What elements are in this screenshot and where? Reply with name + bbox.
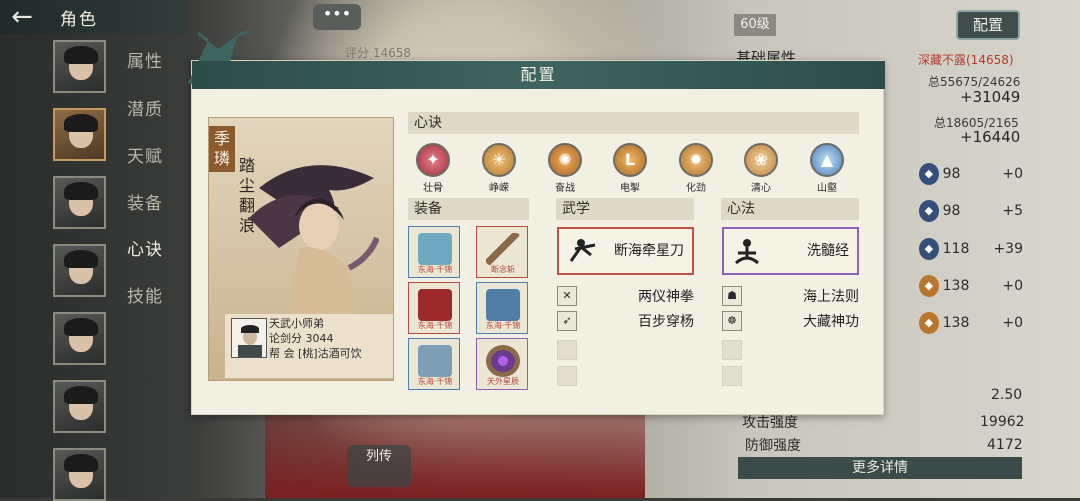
chat-button[interactable]: ••• — [313, 4, 361, 30]
character-avatar[interactable] — [53, 448, 106, 501]
xinfa-empty-slot[interactable] — [722, 365, 744, 387]
robe-icon — [418, 289, 452, 321]
xinjue-slot[interactable]: ✹ 化劲 — [669, 143, 723, 194]
stat-row: ◆ 118 +39 — [893, 235, 1023, 263]
wuxue-item[interactable]: ➶ 百步穿杨 — [557, 310, 694, 332]
player-title: 天武小师弟 — [269, 317, 324, 330]
fist-skill-icon: ✕ — [557, 286, 577, 306]
stat-row: ◆ 138 +0 — [893, 272, 1023, 300]
equip-slot[interactable]: 东海·千锦 — [408, 282, 460, 334]
nav-talent[interactable]: 天赋 — [127, 142, 163, 167]
xinjue-header: 心诀 — [408, 112, 859, 134]
stat-value: 2.50 — [991, 387, 1023, 403]
character-card[interactable]: 季璘 踏尘翻浪 天武小师弟 论剑分 3044 帮 会 [桃]沽酒可饮 — [208, 117, 394, 381]
attack-label: 攻击强度 — [742, 415, 798, 431]
player-guild: 帮 会 [桃]沽酒可饮 — [269, 347, 362, 360]
xinjue-icon: ✹ — [679, 143, 713, 177]
xinjue-slot[interactable]: ▲ 山壑 — [800, 143, 854, 194]
armor-icon — [418, 233, 452, 265]
modal-title: 配置 — [192, 61, 885, 89]
liezhuan-button[interactable]: 列传 — [347, 445, 411, 487]
equip-slot[interactable]: 东海·千锦 — [476, 282, 528, 334]
xinjue-icon: L — [613, 143, 647, 177]
xinfa-empty-slot[interactable] — [722, 339, 744, 361]
defense-value: 4172 — [987, 437, 1023, 453]
xinjue-icon: ✦ — [416, 143, 450, 177]
meditation-skill-icon — [734, 239, 760, 265]
character-avatar[interactable] — [53, 244, 106, 297]
character-avatar[interactable] — [53, 380, 106, 433]
xinjue-slot[interactable]: ❀ 清心 — [734, 143, 788, 194]
blade-skill-icon — [569, 239, 596, 262]
config-button[interactable]: 配置 — [956, 10, 1020, 40]
sea-skill-icon: ☗ — [722, 286, 742, 306]
nav-attributes[interactable]: 属性 — [127, 47, 163, 72]
nav-xinjue[interactable]: 心诀 — [127, 235, 163, 260]
top-bar: ← 角色 — [0, 0, 185, 34]
xinjue-icon: ✺ — [548, 143, 582, 177]
belt-icon — [486, 289, 520, 321]
character-avatar-selected[interactable] — [53, 108, 106, 161]
ring-icon — [486, 345, 520, 377]
stat-icon: ◆ — [919, 275, 939, 297]
back-arrow-icon[interactable]: ← — [0, 2, 44, 32]
xinjue-icon: ☀ — [482, 143, 516, 177]
xinjue-slot[interactable]: L 电掣 — [603, 143, 657, 194]
stat-row: ◆ 98 +0 — [893, 160, 1023, 188]
sidebar: 属性 潜质 天赋 装备 心诀 技能 — [0, 34, 185, 501]
equip-slot[interactable]: 东海·千锦 — [408, 338, 460, 390]
player-score: 论剑分 3044 — [269, 332, 334, 345]
config-modal: 配置 季璘 踏尘翻浪 天武小师弟 论剑分 3044 帮 会 [桃]沽酒可饮 心诀… — [188, 31, 885, 415]
stat-row: ◆ 138 +0 — [893, 309, 1023, 337]
wuxue-header: 武学 — [556, 198, 694, 220]
character-motto: 踏尘翻浪 — [238, 156, 255, 235]
xinfa-item[interactable]: ☗ 海上法则 — [722, 285, 859, 307]
equip-slot[interactable]: 天外星辰 — [476, 338, 528, 390]
equip-header: 装备 — [408, 198, 529, 220]
archer-skill-icon: ➶ — [557, 311, 577, 331]
wuxue-main-slot[interactable]: 断海牵星刀 — [557, 227, 694, 275]
xinjue-slot[interactable]: ✦ 壮骨 — [406, 143, 460, 194]
more-details-button[interactable]: 更多详情 — [738, 457, 1022, 479]
xinjue-slot[interactable]: ✺ 奋战 — [538, 143, 592, 194]
buddha-skill-icon: ☸ — [722, 311, 742, 331]
level-badge: 60级 — [734, 14, 776, 36]
wuxue-item[interactable]: ✕ 两仪神拳 — [557, 285, 694, 307]
stat-icon: ◆ — [919, 200, 939, 222]
equip-slot[interactable]: 断念斩 — [476, 226, 528, 278]
nav-potential[interactable]: 潜质 — [127, 95, 163, 120]
xinfa-main-slot[interactable]: 洗髓经 — [722, 227, 859, 275]
xinjue-slot[interactable]: ☀ 峥嵘 — [472, 143, 526, 194]
nav-skills[interactable]: 技能 — [127, 282, 163, 307]
nav-equipment[interactable]: 装备 — [127, 189, 163, 214]
boots-icon — [418, 345, 452, 377]
character-avatar[interactable] — [53, 312, 106, 365]
stat-icon: ◆ — [919, 163, 939, 185]
wuxue-empty-slot[interactable] — [557, 365, 579, 387]
attack-value: 19962 — [980, 414, 1025, 430]
rating-label: 深藏不露(14658) — [918, 53, 1014, 67]
character-avatar[interactable] — [53, 40, 106, 93]
xinjue-icon: ▲ — [810, 143, 844, 177]
total-2-delta: +16440 — [960, 128, 1021, 146]
defense-label: 防御强度 — [745, 438, 801, 454]
xinjue-icon: ❀ — [744, 143, 778, 177]
wuxue-empty-slot[interactable] — [557, 339, 579, 361]
score-label: 评分 14658 — [345, 46, 411, 60]
sword-icon — [486, 233, 520, 265]
character-avatar[interactable] — [53, 176, 106, 229]
equip-slot[interactable]: 东海·千锦 — [408, 226, 460, 278]
xinfa-header: 心法 — [721, 198, 859, 220]
xinfa-item[interactable]: ☸ 大藏神功 — [722, 310, 859, 332]
total-1-delta: +31049 — [960, 88, 1021, 106]
stat-row: ◆ 98 +5 — [893, 197, 1023, 225]
stat-icon: ◆ — [919, 238, 939, 260]
page-title: 角色 — [60, 9, 98, 30]
character-name: 季璘 — [209, 126, 235, 172]
stat-icon: ◆ — [919, 312, 939, 334]
player-portrait — [231, 318, 267, 358]
